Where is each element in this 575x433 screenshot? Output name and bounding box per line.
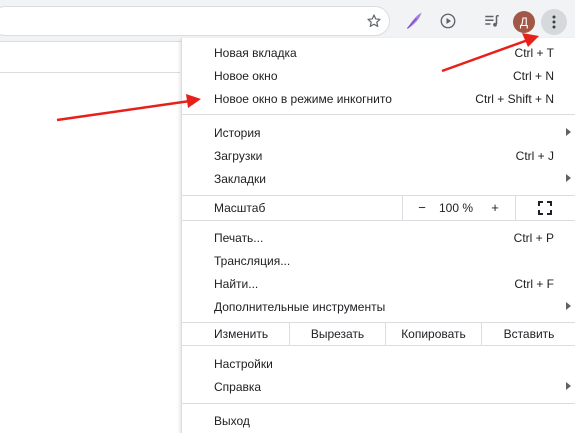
address-bar[interactable]	[0, 6, 390, 36]
paste-button[interactable]: Вставить	[481, 322, 575, 345]
new-tab-shortcut: Ctrl + T	[514, 45, 554, 60]
help-label: Справка	[214, 379, 262, 394]
menu-item-cast[interactable]: Трансляция...	[182, 249, 575, 272]
downloads-shortcut: Ctrl + J	[515, 148, 554, 163]
menu-divider	[182, 220, 575, 221]
submenu-arrow-icon	[566, 174, 571, 182]
menu-item-new-window[interactable]: Новое окно Ctrl + N	[182, 64, 575, 87]
zoom-out-button[interactable]: −	[415, 200, 429, 215]
find-label: Найти...	[214, 276, 259, 291]
chrome-main-menu: Новая вкладка Ctrl + T Новое окно Ctrl +…	[181, 38, 575, 433]
play-circle-icon[interactable]	[436, 9, 460, 33]
content-divider	[0, 72, 180, 73]
downloads-label: Загрузки	[214, 148, 263, 163]
zoom-value: 100 %	[438, 201, 474, 215]
zoom-label: Масштаб	[214, 201, 266, 215]
cast-label: Трансляция...	[214, 253, 291, 268]
menu-item-print[interactable]: Печать... Ctrl + P	[182, 226, 575, 249]
new-window-shortcut: Ctrl + N	[512, 68, 554, 83]
history-label: История	[214, 125, 261, 140]
menu-item-edit: Изменить Вырезать Копировать Вставить	[182, 322, 575, 345]
bookmarks-label: Закладки	[214, 171, 266, 186]
menu-item-more-tools[interactable]: Дополнительные инструменты	[182, 295, 575, 318]
kebab-menu-icon[interactable]	[541, 9, 567, 35]
browser-toolbar: Д	[0, 0, 575, 42]
exit-label: Выход	[214, 413, 250, 428]
quill-extension-icon[interactable]	[402, 9, 426, 33]
submenu-arrow-icon	[566, 128, 571, 136]
menu-item-downloads[interactable]: Загрузки Ctrl + J	[182, 144, 575, 167]
more-tools-label: Дополнительные инструменты	[214, 299, 386, 314]
playlist-icon[interactable]	[480, 9, 504, 33]
arrow-to-incognito	[56, 94, 201, 122]
avatar[interactable]: Д	[513, 11, 535, 33]
menu-item-new-tab[interactable]: Новая вкладка Ctrl + T	[182, 41, 575, 64]
zoom-in-button[interactable]: +	[488, 200, 502, 215]
find-shortcut: Ctrl + F	[514, 276, 554, 291]
new-window-label: Новое окно	[214, 68, 278, 83]
menu-item-settings[interactable]: Настройки	[182, 352, 575, 375]
edit-label: Изменить	[214, 327, 269, 341]
menu-item-help[interactable]: Справка	[182, 375, 575, 398]
cut-button[interactable]: Вырезать	[289, 322, 385, 345]
fullscreen-icon[interactable]	[538, 201, 552, 215]
menu-item-find[interactable]: Найти... Ctrl + F	[182, 272, 575, 295]
menu-divider	[182, 403, 575, 404]
print-label: Печать...	[214, 230, 264, 245]
settings-label: Настройки	[214, 356, 273, 371]
menu-item-zoom: Масштаб − 100 % +	[182, 196, 575, 220]
menu-item-incognito[interactable]: Новое окно в режиме инкогнито Ctrl + Shi…	[182, 87, 575, 110]
new-tab-label: Новая вкладка	[214, 45, 297, 60]
menu-item-history[interactable]: История	[182, 121, 575, 144]
copy-button[interactable]: Копировать	[385, 322, 481, 345]
star-icon[interactable]	[362, 9, 386, 33]
submenu-arrow-icon	[566, 302, 571, 310]
menu-divider	[182, 345, 575, 346]
avatar-letter: Д	[519, 15, 529, 29]
menu-item-exit[interactable]: Выход	[182, 409, 575, 432]
incognito-shortcut: Ctrl + Shift + N	[475, 91, 554, 106]
print-shortcut: Ctrl + P	[513, 230, 554, 245]
submenu-arrow-icon	[566, 382, 571, 390]
incognito-label: Новое окно в режиме инкогнито	[214, 91, 392, 106]
menu-item-bookmarks[interactable]: Закладки	[182, 167, 575, 190]
menu-divider	[182, 114, 575, 115]
